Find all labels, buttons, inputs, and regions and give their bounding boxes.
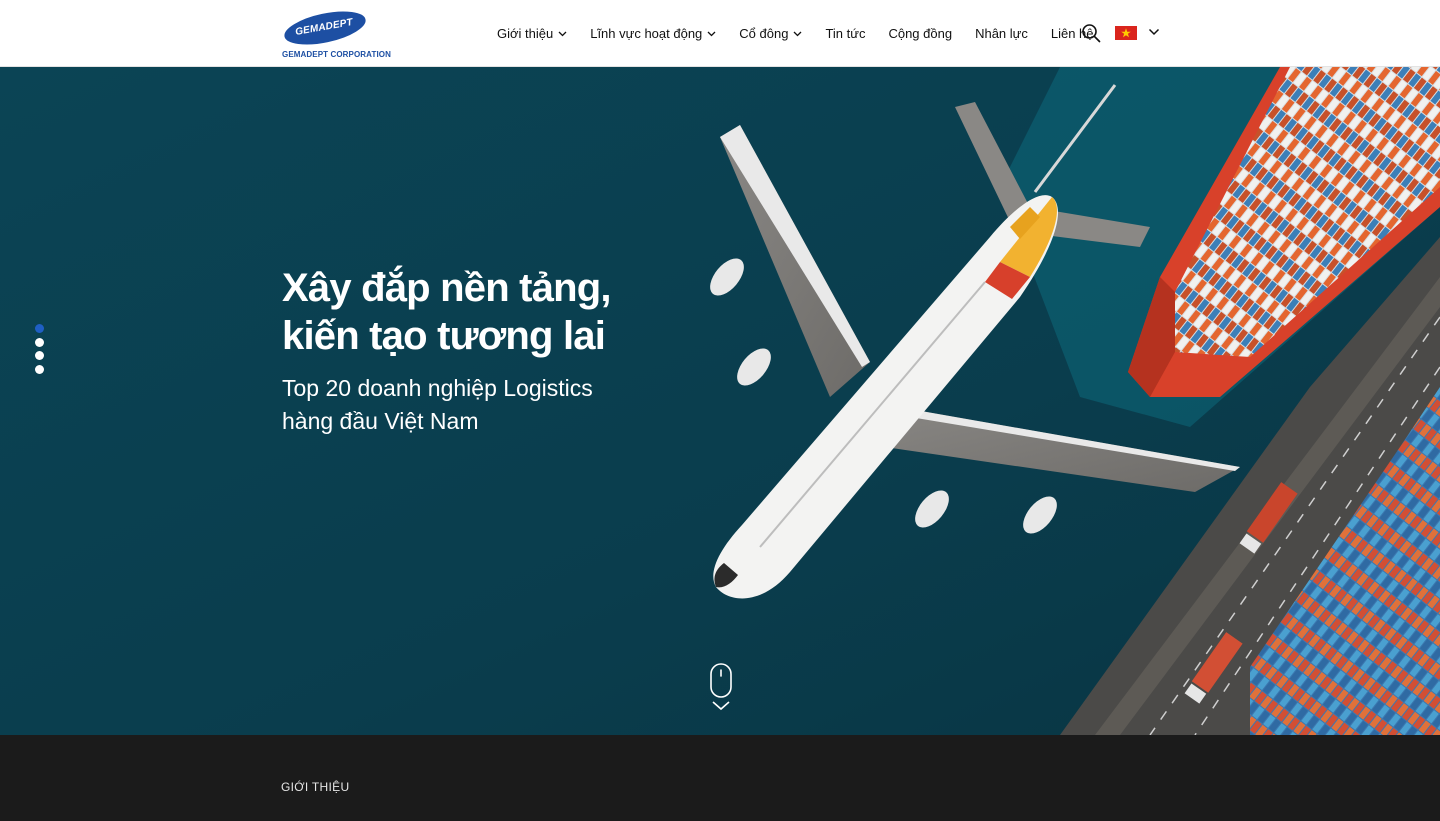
slider-dot-1[interactable] bbox=[35, 324, 44, 333]
vietnam-flag-icon[interactable] bbox=[1115, 26, 1137, 40]
nav-item-label: Lĩnh vực hoạt động bbox=[590, 26, 703, 41]
chevron-down-icon[interactable] bbox=[1148, 28, 1160, 36]
chevron-down-icon bbox=[793, 31, 802, 36]
hero-title-line: kiến tạo tương lai bbox=[282, 314, 606, 358]
hero-title-line: Xây đắp nền tảng, bbox=[282, 266, 611, 310]
nav-item-linh-vuc-hoat-dong[interactable]: Lĩnh vực hoạt động bbox=[590, 26, 716, 41]
main-nav: Giới thiệu Lĩnh vực hoạt động Cổ đông Ti… bbox=[497, 0, 1094, 67]
hero-title: Xây đắp nền tảng, kiến tạo tương lai bbox=[282, 264, 682, 360]
nav-item-label: Tin tức bbox=[825, 26, 866, 41]
nav-item-label: Cổ đông bbox=[739, 26, 789, 41]
nav-item-label: Giới thiệu bbox=[497, 26, 554, 41]
hero-background-illustration bbox=[0, 67, 1440, 735]
nav-item-tin-tuc[interactable]: Tin tức bbox=[825, 26, 865, 41]
search-icon[interactable] bbox=[1081, 23, 1101, 43]
hero-subtitle: Top 20 doanh nghiệp Logistics hàng đầu V… bbox=[282, 372, 682, 438]
slider-dot-2[interactable] bbox=[35, 337, 44, 347]
gemadept-logo[interactable]: GEMADEPT GEMADEPT CORPORATION bbox=[281, 8, 391, 62]
flag-star-icon bbox=[1121, 28, 1131, 38]
nav-item-label: Nhân lực bbox=[975, 26, 1028, 41]
chevron-down-icon bbox=[558, 31, 567, 36]
slider-pagination bbox=[35, 324, 45, 378]
mouse-scroll-icon[interactable] bbox=[709, 663, 733, 713]
hero-banner: Xây đắp nền tảng, kiến tạo tương lai Top… bbox=[0, 67, 1440, 735]
nav-item-nhan-luc[interactable]: Nhân lực bbox=[975, 26, 1028, 41]
hero-text-block: Xây đắp nền tảng, kiến tạo tương lai Top… bbox=[282, 264, 682, 438]
hero-subtitle-line: Top 20 doanh nghiệp Logistics bbox=[282, 375, 593, 401]
slider-dot-4[interactable] bbox=[35, 364, 44, 374]
logo-corporation-text: GEMADEPT CORPORATION bbox=[282, 50, 391, 59]
nav-item-co-dong[interactable]: Cổ đông bbox=[739, 26, 802, 41]
nav-item-label: Cộng đồng bbox=[888, 26, 953, 41]
intro-section: GIỚI THIỆU bbox=[0, 735, 1440, 821]
section-label-gioi-thieu: GIỚI THIỆU bbox=[281, 780, 350, 794]
chevron-down-icon bbox=[707, 31, 716, 36]
nav-item-gioi-thieu[interactable]: Giới thiệu bbox=[497, 26, 567, 41]
slider-dot-3[interactable] bbox=[35, 351, 44, 360]
hero-subtitle-line: hàng đầu Việt Nam bbox=[282, 408, 479, 434]
site-header: GEMADEPT GEMADEPT CORPORATION Giới thiệu… bbox=[0, 0, 1440, 67]
nav-item-cong-dong[interactable]: Cộng đồng bbox=[888, 26, 952, 41]
